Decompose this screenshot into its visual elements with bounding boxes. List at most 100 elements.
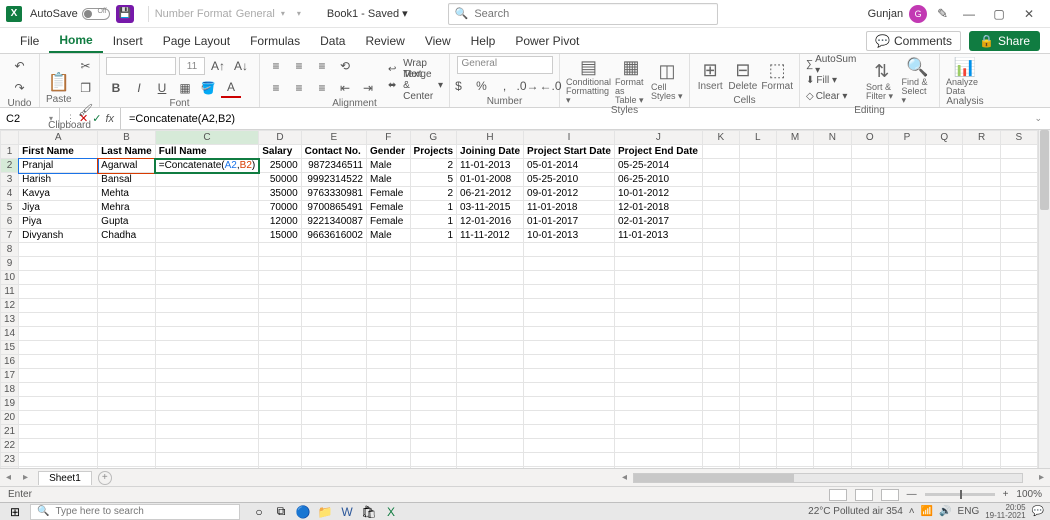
cell-C21[interactable] [155,425,258,439]
notifications-icon[interactable]: 💬 [1032,506,1044,517]
cell-R23[interactable] [963,453,1000,467]
row-header-21[interactable]: 21 [1,425,19,439]
cell-I18[interactable] [524,383,615,397]
cell-A20[interactable] [19,411,98,425]
cell-S19[interactable] [1000,397,1037,411]
cell-D1[interactable]: Salary [259,145,301,159]
cell-K7[interactable] [702,229,739,243]
tray-chevron-icon[interactable]: ˄ [909,506,915,517]
row-header-15[interactable]: 15 [1,341,19,355]
cell-L20[interactable] [739,411,776,425]
cell-J1[interactable]: Project End Date [614,145,702,159]
cell-R1[interactable] [963,145,1000,159]
cell-A17[interactable] [19,369,98,383]
cell-A8[interactable] [19,243,98,257]
insert-cells-button[interactable]: ⊞Insert [696,59,724,92]
row-header-23[interactable]: 23 [1,453,19,467]
cell-N8[interactable] [814,243,851,257]
row-header-1[interactable]: 1 [1,145,19,159]
cell-A23[interactable] [19,453,98,467]
cell-L3[interactable] [739,173,776,187]
cell-G20[interactable] [410,411,456,425]
analyze-data-button[interactable]: 📊Analyze Data [946,56,984,96]
cell-R12[interactable] [963,299,1000,313]
cell-M21[interactable] [776,425,814,439]
cell-K11[interactable] [702,285,739,299]
cell-Q5[interactable] [926,201,963,215]
cell-P10[interactable] [888,271,925,285]
col-header-A[interactable]: A [19,131,98,145]
cell-O1[interactable] [851,145,888,159]
cell-K9[interactable] [702,257,739,271]
fill-color-icon[interactable]: 🪣 [198,78,218,98]
inc-decimal-icon[interactable]: .0→ [518,76,538,96]
cell-styles-button[interactable]: ◫Cell Styles ▾ [651,61,683,101]
cell-G19[interactable] [410,397,456,411]
cell-E15[interactable] [301,341,366,355]
cell-G22[interactable] [410,439,456,453]
zoom-in-button[interactable]: + [1003,489,1009,500]
sheet-nav-prev[interactable]: ◂ [0,472,17,483]
cell-G21[interactable] [410,425,456,439]
align-left-icon[interactable]: ≡ [266,78,286,98]
cell-S6[interactable] [1000,215,1037,229]
cell-G16[interactable] [410,355,456,369]
cell-K22[interactable] [702,439,739,453]
cell-P16[interactable] [888,355,925,369]
numfmt-value[interactable]: General [236,8,275,20]
cell-N7[interactable] [814,229,851,243]
cell-S13[interactable] [1000,313,1037,327]
cell-Q6[interactable] [926,215,963,229]
wifi-icon[interactable]: 📶 [921,506,933,517]
row-header-8[interactable]: 8 [1,243,19,257]
cell-Q9[interactable] [926,257,963,271]
cell-B12[interactable] [98,299,156,313]
cell-L9[interactable] [739,257,776,271]
cell-C3[interactable] [155,173,258,187]
cell-S2[interactable] [1000,159,1037,173]
decrease-font-icon[interactable]: A↓ [231,56,251,76]
start-button[interactable]: ⊞ [0,505,30,519]
cell-O4[interactable] [851,187,888,201]
cell-L6[interactable] [739,215,776,229]
cell-C2[interactable]: =Concatenate(A2,B2) [155,159,258,173]
tab-home[interactable]: Home [49,29,102,53]
cell-O2[interactable] [851,159,888,173]
row-header-11[interactable]: 11 [1,285,19,299]
cell-O18[interactable] [851,383,888,397]
cell-S4[interactable] [1000,187,1037,201]
cell-H15[interactable] [457,341,524,355]
cell-R14[interactable] [963,327,1000,341]
cell-J17[interactable] [614,369,702,383]
cell-Q12[interactable] [926,299,963,313]
undo-icon[interactable]: ↶ [10,56,30,76]
cell-A21[interactable] [19,425,98,439]
cell-R7[interactable] [963,229,1000,243]
cell-P1[interactable] [888,145,925,159]
cell-O9[interactable] [851,257,888,271]
cell-H7[interactable]: 11-11-2012 [457,229,524,243]
cell-B15[interactable] [98,341,156,355]
cell-F19[interactable] [367,397,411,411]
cell-B10[interactable] [98,271,156,285]
cell-I20[interactable] [524,411,615,425]
cell-J8[interactable] [614,243,702,257]
cell-N5[interactable] [814,201,851,215]
cell-E3[interactable]: 9992314522 [301,173,366,187]
cell-P21[interactable] [888,425,925,439]
cell-E20[interactable] [301,411,366,425]
cell-C13[interactable] [155,313,258,327]
cell-N22[interactable] [814,439,851,453]
cell-A2[interactable]: Pranjal [19,159,98,173]
cell-E2[interactable]: 9872346511 [301,159,366,173]
cell-F13[interactable] [367,313,411,327]
cell-J18[interactable] [614,383,702,397]
col-header-I[interactable]: I [524,131,615,145]
row-header-20[interactable]: 20 [1,411,19,425]
cell-H1[interactable]: Joining Date [457,145,524,159]
cell-J12[interactable] [614,299,702,313]
cell-R15[interactable] [963,341,1000,355]
col-header-P[interactable]: P [888,131,925,145]
cell-B2[interactable]: Agarwal [98,159,156,173]
avatar[interactable]: G [909,5,927,23]
